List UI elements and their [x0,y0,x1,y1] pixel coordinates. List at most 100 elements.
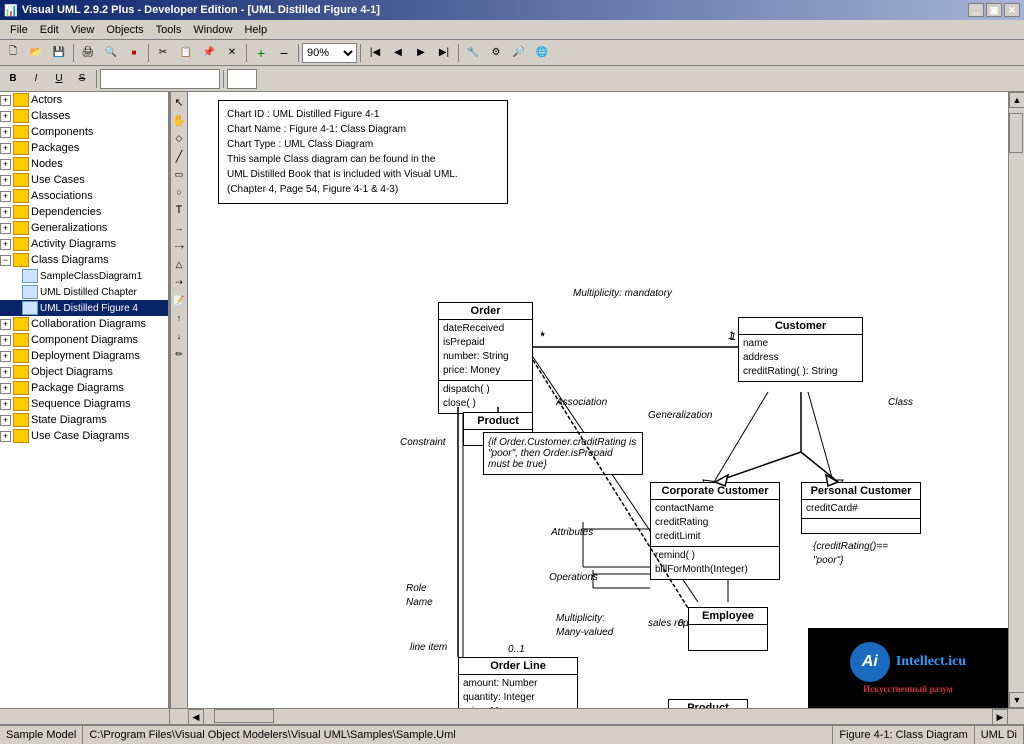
expand-object[interactable]: + [0,367,11,378]
underline-button[interactable]: U [48,68,70,90]
expand-dependencies[interactable]: + [0,207,11,218]
tree-item-deployment[interactable]: + Deployment Diagrams [0,348,168,364]
minimize-button[interactable]: _ [968,3,984,17]
expand-classdiagrams[interactable]: − [0,255,11,266]
add-button[interactable]: + [250,42,272,64]
class-personal[interactable]: Personal Customer creditCard# [801,482,921,534]
expand-usecase-diag[interactable]: + [0,431,11,442]
tree-item-package-diag[interactable]: + Package Diagrams [0,380,168,396]
tool3-button[interactable]: 🔎 [508,42,530,64]
expand-collaboration[interactable]: + [0,319,11,330]
delete-button[interactable]: ✕ [221,42,243,64]
tool-gen[interactable]: △ [171,256,187,272]
tool-rect[interactable]: ▭ [171,166,187,182]
tool-depend[interactable]: ⇢ [171,274,187,290]
close-button[interactable]: ✕ [1004,3,1020,17]
tool4-button[interactable]: 🌐 [531,42,553,64]
tree-item-usecase-diag[interactable]: + Use Case Diagrams [0,428,168,444]
subtract-button[interactable]: − [273,42,295,64]
cut-button[interactable]: ✂ [152,42,174,64]
copy-button[interactable]: 📋 [175,42,197,64]
scroll-down-button[interactable]: ▼ [1009,692,1024,708]
scroll-right-button[interactable]: ▶ [992,709,1008,725]
menu-tools[interactable]: Tools [150,22,188,38]
tree-item-dependencies[interactable]: + Dependencies [0,204,168,220]
expand-activity[interactable]: + [0,239,11,250]
scroll-thumb[interactable] [1009,113,1023,153]
tool-line[interactable]: ╱ [171,148,187,164]
expand-actors[interactable]: + [0,95,11,106]
expand-state[interactable]: + [0,415,11,426]
expand-component-diag[interactable]: + [0,335,11,346]
print-preview-button[interactable]: 🔍 [100,42,122,64]
tree-item-distilled-ch[interactable]: UML Distilled Chapter [0,284,168,300]
tree-item-nodes[interactable]: + Nodes [0,156,168,172]
tool-diamond[interactable]: ◇ [171,130,187,146]
restore-button[interactable]: ▣ [986,3,1002,17]
menu-edit[interactable]: Edit [34,22,65,38]
tree-item-actors[interactable]: + Actors [0,92,168,108]
save-button[interactable]: 💾 [48,42,70,64]
expand-components[interactable]: + [0,127,11,138]
menu-help[interactable]: Help [238,22,273,38]
tree-item-object[interactable]: + Object Diagrams [0,364,168,380]
expand-packages[interactable]: + [0,143,11,154]
tree-item-generalizations[interactable]: + Generalizations [0,220,168,236]
tool-down[interactable]: ↓ [171,328,187,344]
italic-button[interactable]: I [25,68,47,90]
vertical-scrollbar[interactable]: ▲ ▼ [1008,92,1024,708]
tool-up[interactable]: ↑ [171,310,187,326]
nav-prev-button[interactable]: |◀ [364,42,386,64]
tool-dashed[interactable]: ⤏ [171,238,187,254]
tree-item-usecases[interactable]: + Use Cases [0,172,168,188]
tool-pencil[interactable]: ✏ [171,346,187,362]
tree-item-components[interactable]: + Components [0,124,168,140]
tool-text[interactable]: T [171,202,187,218]
expand-classes[interactable]: + [0,111,11,122]
expand-associations[interactable]: + [0,191,11,202]
tool-circle[interactable]: ○ [171,184,187,200]
tree-item-packages[interactable]: + Packages [0,140,168,156]
class-customer[interactable]: Customer name address creditRating( ): S… [738,317,863,382]
tool-select[interactable]: ↖ [171,94,187,110]
scroll-left-button[interactable]: ◀ [188,709,204,725]
menu-file[interactable]: File [4,22,34,38]
strikethrough-button[interactable]: S [71,68,93,90]
tree-item-component-diag[interactable]: + Component Diagrams [0,332,168,348]
open-button[interactable]: 📂 [25,42,47,64]
paste-button[interactable]: 📌 [198,42,220,64]
nav-back-button[interactable]: ◀ [387,42,409,64]
menu-objects[interactable]: Objects [100,22,149,38]
font-name-input[interactable] [100,69,220,89]
bold-button[interactable]: B [2,68,24,90]
tree-item-classdiagrams[interactable]: − Class Diagrams [0,252,168,268]
nav-fwd-button[interactable]: ▶ [410,42,432,64]
expand-deployment[interactable]: + [0,351,11,362]
zoom-select[interactable]: 50% 75% 90% 100% 125% 150% 200% [302,43,357,63]
expand-nodes[interactable]: + [0,159,11,170]
tree-item-sequence[interactable]: + Sequence Diagrams [0,396,168,412]
tool-scroll[interactable]: ✋ [171,112,187,128]
expand-generalizations[interactable]: + [0,223,11,234]
tree-item-collaboration[interactable]: + Collaboration Diagrams [0,316,168,332]
tree-item-sample1[interactable]: SampleClassDiagram1 [0,268,168,284]
tool-note[interactable]: 📝 [171,292,187,308]
expand-usecases[interactable]: + [0,175,11,186]
tree-item-classes[interactable]: + Classes [0,108,168,124]
tree-item-associations[interactable]: + Associations [0,188,168,204]
class-product-bottom[interactable]: Product [668,699,748,708]
class-orderline[interactable]: Order Line amount: Number quantity: Inte… [458,657,578,708]
menu-window[interactable]: Window [187,22,238,38]
font-size-input[interactable] [227,69,257,89]
tree-item-activity[interactable]: + Activity Diagrams [0,236,168,252]
color-button[interactable]: ■ [123,42,145,64]
new-button[interactable]: 🗋 [2,42,24,64]
tool2-button[interactable]: ⚙ [485,42,507,64]
tool-arrow[interactable]: → [171,220,187,236]
tool1-button[interactable]: 🔧 [462,42,484,64]
tree-item-distilled-fig4[interactable]: UML Distilled Figure 4 [0,300,168,316]
nav-next-button[interactable]: ▶| [433,42,455,64]
class-employee[interactable]: Employee [688,607,768,651]
expand-sequence[interactable]: + [0,399,11,410]
tree-item-state[interactable]: + State Diagrams [0,412,168,428]
